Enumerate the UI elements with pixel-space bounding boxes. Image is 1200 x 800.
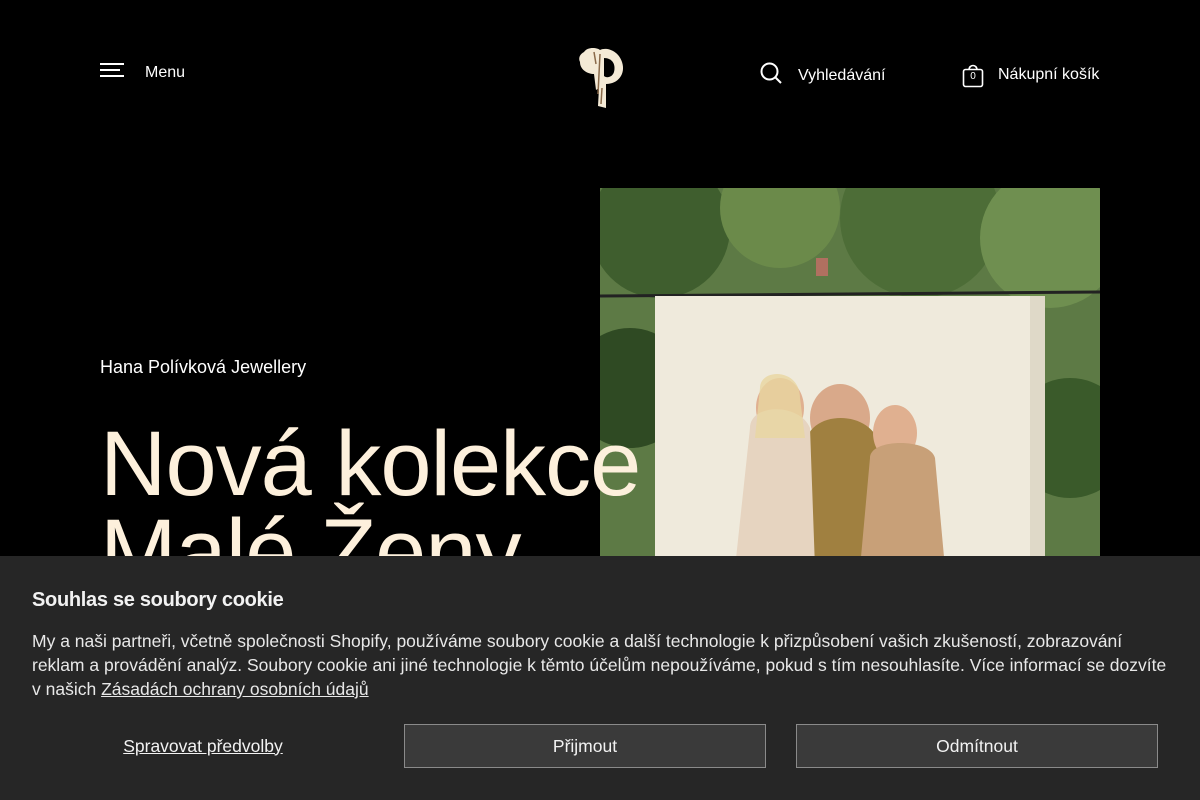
cookie-text: My a naši partneři, včetně společnosti S… xyxy=(32,629,1172,701)
hamburger-icon xyxy=(100,62,125,83)
search-icon xyxy=(760,62,782,89)
hero-image xyxy=(600,188,1100,568)
site-header: Menu Vyhledávání 0 Nákupní košík xyxy=(0,0,1200,150)
hero-title-line-1: Nová kolekce xyxy=(100,413,641,515)
menu-button[interactable]: Menu xyxy=(100,62,185,83)
cart-count: 0 xyxy=(970,71,976,82)
menu-label: Menu xyxy=(145,63,186,81)
manage-preferences-link[interactable]: Spravovat předvolby xyxy=(32,724,374,768)
accept-button[interactable]: Přijmout xyxy=(404,724,766,768)
privacy-policy-link[interactable]: Zásadách ochrany osobních údajů xyxy=(101,679,369,699)
decline-button[interactable]: Odmítnout xyxy=(796,724,1158,768)
logo[interactable] xyxy=(574,44,628,112)
brand-name: Hana Polívková Jewellery xyxy=(100,357,307,377)
cookie-consent-banner: Souhlas se soubory cookie My a naši part… xyxy=(0,556,1200,800)
search-button[interactable]: Vyhledávání xyxy=(760,62,885,89)
shopping-bag-icon: 0 xyxy=(962,62,984,88)
cart-button[interactable]: 0 Nákupní košík xyxy=(962,62,1099,88)
search-label: Vyhledávání xyxy=(798,66,886,84)
cart-label: Nákupní košík xyxy=(998,66,1100,83)
cookie-title: Souhlas se soubory cookie xyxy=(32,589,284,611)
